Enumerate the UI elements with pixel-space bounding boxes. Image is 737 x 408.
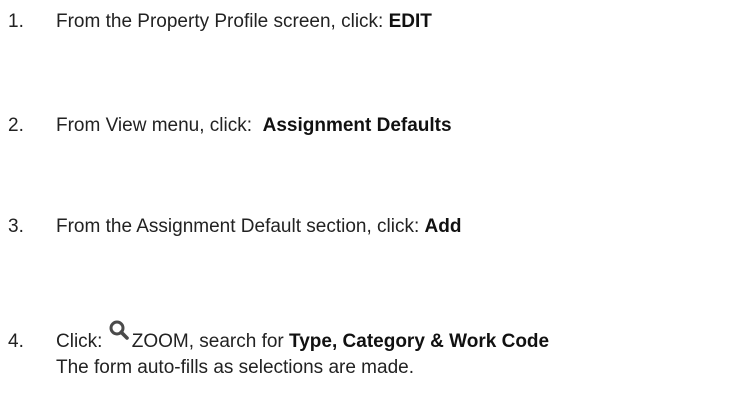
step-number: 2.: [8, 115, 24, 136]
step-2: 2. From View menu, click: Assignment Defa…: [8, 113, 452, 139]
step-emphasis: EDIT: [388, 11, 432, 32]
step-text: From the Property Profile screen, click:: [56, 11, 389, 32]
step-3: 3. From the Assignment Default section, c…: [8, 214, 461, 240]
step-text: ZOOM, search for: [131, 331, 290, 352]
step-text: From the Assignment Default section, cli…: [56, 216, 425, 237]
step-number: 1.: [8, 11, 24, 32]
step-emphasis: Type, Category & Work Code: [289, 331, 550, 352]
step-4: 4. Click: ZOOM, search for Type, Category…: [8, 319, 549, 355]
step-4-subtext: The form auto-fills as selections are ma…: [56, 357, 414, 378]
instruction-list: 1. From the Property Profile screen, clic…: [0, 0, 737, 408]
step-number: 4.: [8, 331, 24, 352]
step-text: Click:: [56, 331, 108, 352]
step-number: 3.: [8, 216, 24, 237]
step-text: From View menu, click:: [56, 115, 263, 136]
step-emphasis: Add: [424, 216, 462, 237]
step-emphasis: Assignment Defaults: [262, 115, 452, 136]
search-icon: [108, 319, 130, 341]
step-1: 1. From the Property Profile screen, clic…: [8, 9, 432, 35]
